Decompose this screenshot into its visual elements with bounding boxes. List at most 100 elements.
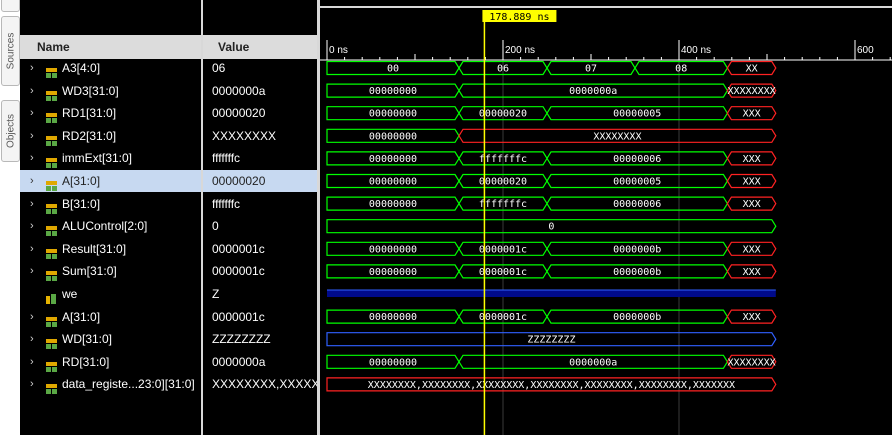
signal-row[interactable]: › RD1[31:0]: [20, 102, 201, 124]
signal-row[interactable]: › RD2[31:0]: [20, 125, 201, 147]
expand-chevron-icon[interactable]: ›: [30, 351, 40, 373]
value-column-header[interactable]: Value: [203, 35, 319, 59]
value-row[interactable]: fffffffc: [203, 193, 319, 215]
value-row[interactable]: Z: [203, 283, 319, 305]
expand-chevron-icon[interactable]: ›: [30, 260, 40, 282]
expand-chevron-icon[interactable]: ›: [30, 57, 40, 79]
ruler-label: 200 ns: [505, 45, 535, 56]
tab-objects[interactable]: Objects: [1, 100, 20, 162]
expand-chevron-icon[interactable]: ›: [30, 170, 40, 192]
ruler-label: 400 ns: [681, 45, 711, 56]
value-row[interactable]: 0000000a: [203, 80, 319, 102]
expand-chevron-icon[interactable]: ›: [30, 306, 40, 328]
signal-name-panel: Name › A3[4:0] › WD3[31:0] › RD1[31:0] › RD2[31…: [20, 0, 201, 435]
signal-row[interactable]: › immExt[31:0]: [20, 147, 201, 169]
bus-value-label: 00000000: [369, 154, 417, 165]
expand-chevron-icon[interactable]: ›: [30, 102, 40, 124]
signal-row[interactable]: › ALUControl[2:0]: [20, 215, 201, 237]
signal-row[interactable]: › data_registe...23:0][31:0]: [20, 373, 201, 395]
expand-chevron-icon[interactable]: ›: [30, 238, 40, 260]
expand-chevron-icon[interactable]: ›: [30, 80, 40, 102]
bus-value-label: ZZZZZZZZ: [527, 335, 575, 346]
signal-row[interactable]: › WD[31:0]: [20, 328, 201, 350]
bus-icon: [46, 244, 57, 259]
bus-value-label: 00000000: [369, 131, 417, 142]
value-row[interactable]: 0000000a: [203, 351, 319, 373]
bus-value-label: 00000020: [479, 109, 527, 120]
bus-icon: [46, 357, 57, 372]
bus-icon: [46, 266, 57, 282]
ruler-label: 600: [857, 45, 874, 56]
signal-row[interactable]: › Sum[31:0]: [20, 260, 201, 282]
signal-name: we: [62, 287, 78, 301]
signal-row[interactable]: we: [20, 283, 201, 305]
signal-row[interactable]: › B[31:0]: [20, 193, 201, 215]
bus-value-label: 00000005: [613, 109, 661, 120]
bus-value-label: 06: [497, 64, 509, 75]
signal-value: XXXXXXXX: [212, 128, 277, 143]
value-row[interactable]: 0: [203, 215, 319, 237]
bus-value-label: XXX: [743, 109, 761, 120]
time-ruler[interactable]: 0 ns 200 ns 400 ns 600: [320, 40, 892, 61]
expand-chevron-icon[interactable]: ›: [30, 328, 40, 350]
side-tab-top[interactable]: [1, 0, 20, 12]
signal-value: 06: [212, 61, 226, 75]
bus-value-label: 0000000a: [569, 86, 617, 97]
value-row[interactable]: fffffffc: [203, 147, 319, 169]
bus-value-label: 0000001c: [479, 312, 527, 323]
bus-value-label: 0000001c: [479, 244, 527, 255]
signal-value: Z: [212, 287, 220, 301]
signal-row[interactable]: › RD[31:0]: [20, 351, 201, 373]
highz-wire-trace: [327, 290, 776, 297]
expand-chevron-icon[interactable]: ›: [30, 373, 40, 395]
expand-chevron-icon[interactable]: ›: [30, 215, 40, 237]
bus-value-label: 0: [548, 222, 554, 233]
signal-row[interactable]: › WD3[31:0]: [20, 80, 201, 102]
signal-row[interactable]: › A[31:0]: [20, 170, 201, 192]
signal-name: Sum[31:0]: [62, 264, 117, 279]
bus-icon: [46, 131, 57, 146]
expand-chevron-icon[interactable]: ›: [30, 193, 40, 215]
signal-row[interactable]: › Result[31:0]: [20, 238, 201, 260]
bus-icon: [46, 176, 57, 191]
value-row[interactable]: XXXXXXXX,XXXXXXXX: [203, 373, 319, 395]
time-cursor[interactable]: 178.889 ns: [482, 10, 557, 435]
bus-value-label: 00000000: [369, 199, 417, 210]
signal-name: WD[31:0]: [62, 332, 113, 347]
tab-sources[interactable]: Sources: [1, 16, 20, 86]
signal-row[interactable]: › A3[4:0]: [20, 57, 201, 79]
waveform-panel[interactable]: 0 ns 200 ns 400 ns 600 00 06 07 08 XX 00000000 00…: [317, 0, 892, 435]
bus-value-label: 00000006: [613, 154, 661, 165]
bus-value-label: 00000006: [613, 199, 661, 210]
name-column-header[interactable]: Name: [20, 35, 201, 59]
value-row[interactable]: 06: [203, 57, 319, 79]
value-row[interactable]: 00000020: [203, 170, 319, 192]
cursor-time-label: 178.889 ns: [489, 12, 549, 23]
bus-icon: [46, 379, 57, 395]
value-row[interactable]: 0000001c: [203, 306, 319, 328]
signal-name: RD2[31:0]: [62, 128, 117, 143]
signal-name: A[31:0]: [62, 309, 101, 324]
signal-value: 0000000a: [212, 354, 266, 369]
bus-value-label: 00000000: [369, 312, 417, 323]
signal-name: A3[4:0]: [62, 61, 101, 75]
bus-value-label: 0000000b: [613, 312, 661, 323]
signal-value: 0: [212, 219, 219, 234]
expand-chevron-icon[interactable]: ›: [30, 147, 40, 169]
value-row[interactable]: XXXXXXXX: [203, 125, 319, 147]
value-row[interactable]: 0000001c: [203, 238, 319, 260]
signal-row[interactable]: › A[31:0]: [20, 306, 201, 328]
signal-value: fffffffc: [212, 196, 241, 211]
value-row[interactable]: 00000020: [203, 102, 319, 124]
value-row[interactable]: 0000001c: [203, 260, 319, 282]
expand-chevron-icon[interactable]: ›: [30, 125, 40, 147]
bus-value-label: XXXXXXXX: [593, 131, 641, 142]
signal-name: RD1[31:0]: [62, 106, 117, 121]
value-row[interactable]: ZZZZZZZZ: [203, 328, 319, 350]
bus-value-label: 00000000: [369, 86, 417, 97]
waveform-canvas[interactable]: 0 ns 200 ns 400 ns 600 00 06 07 08 XX00000000 00…: [320, 0, 892, 435]
signal-value: fffffffc: [212, 151, 241, 166]
wire-icon: [46, 289, 57, 304]
bus-value-label: 0000000b: [613, 244, 661, 255]
signal-value: ZZZZZZZZ: [212, 332, 271, 347]
